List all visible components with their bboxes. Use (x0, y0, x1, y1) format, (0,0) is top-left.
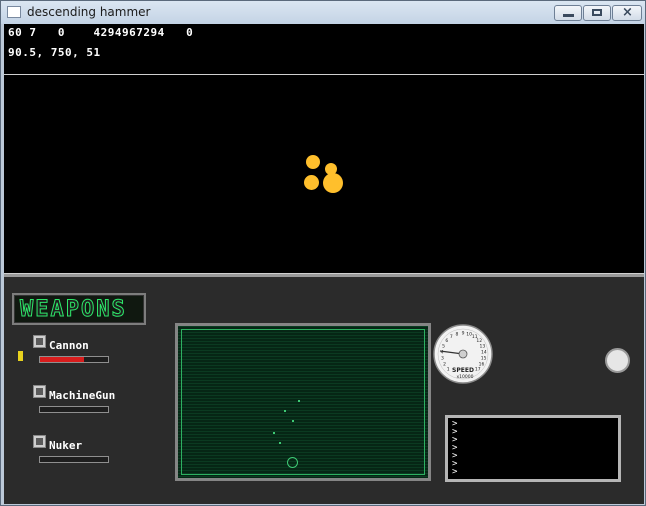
speedometer-tick-label: 4 (441, 349, 444, 355)
radar-blip (292, 420, 294, 422)
radar-player-marker (287, 457, 298, 468)
speedometer-label: SPEED (452, 367, 474, 374)
speedometer-tick-label: 17 (475, 366, 481, 372)
close-button[interactable]: × (612, 5, 642, 21)
weapon-name-machinegun[interactable]: MachineGun (49, 389, 115, 402)
speedometer-tick-label: 14 (481, 349, 487, 355)
speedometer-tick-label: 13 (480, 344, 486, 350)
close-icon: × (622, 5, 633, 20)
speedometer-unit: x10000 (457, 374, 474, 380)
debug-hud: 60 7 0 4294967294 0 90.5, 750, 51 (4, 24, 644, 74)
weapon-name-cannon[interactable]: Cannon (49, 339, 89, 352)
speedometer-tick-label: 9 (462, 331, 465, 337)
title-bar[interactable]: descending hammer × (1, 1, 645, 24)
ammo-fill-cannon (40, 357, 85, 362)
radar-blip (273, 432, 275, 434)
speedometer-tick-label: 7 (450, 334, 453, 340)
radar-screen (175, 323, 431, 481)
explosion-blob (306, 155, 320, 169)
radar-blip (284, 410, 286, 412)
ammo-bar-cannon (39, 356, 109, 363)
speedometer-tick-label: 8 (455, 331, 458, 337)
speedometer-tick-label: 3 (441, 356, 444, 362)
cannon-icon (33, 335, 46, 348)
game-viewport[interactable] (4, 74, 644, 274)
machinegun-icon (33, 385, 46, 398)
throttle-knob[interactable] (605, 348, 630, 373)
console-prompts: > > > > > > > (452, 419, 458, 477)
window-title: descending hammer (27, 5, 151, 19)
maximize-button[interactable] (583, 5, 611, 21)
radar-frame (181, 329, 425, 475)
speedometer-tick-label: 12 (476, 338, 482, 344)
ammo-bar-machinegun (39, 406, 109, 413)
app-icon (7, 6, 21, 18)
explosion-blob (323, 173, 343, 193)
ammo-bar-nuker (39, 456, 109, 463)
hud-line-2: 90.5, 750, 51 (8, 46, 101, 59)
explosion-blob (304, 175, 319, 190)
minimize-icon (563, 14, 574, 17)
game-window: descending hammer × 60 7 0 4294967294 0 … (0, 0, 646, 506)
speedometer-tick-label: 1 (447, 366, 450, 372)
message-console: > > > > > > > (445, 415, 621, 482)
selected-weapon-indicator (18, 351, 23, 361)
speedometer-tick-label: 6 (445, 338, 448, 344)
weapons-header: WEAPONS (12, 293, 146, 325)
hud-line-1: 60 7 0 4294967294 0 (8, 26, 194, 39)
speedometer-tick-label: 5 (442, 344, 445, 350)
nuker-icon (33, 435, 46, 448)
maximize-icon (592, 9, 602, 16)
speedometer-tick-label: 15 (481, 356, 487, 362)
radar-blip (279, 442, 281, 444)
radar-blip (298, 400, 300, 402)
weapon-name-nuker[interactable]: Nuker (49, 439, 82, 452)
speedometer-tick-label: 2 (443, 361, 446, 367)
minimize-button[interactable] (554, 5, 582, 21)
cockpit-panel: WEAPONS Cannon MachineGun Nuker 12345678… (4, 274, 644, 504)
weapons-title: WEAPONS (20, 297, 127, 323)
speedometer: 12345678 9 1011121314151617 SPEED x10000 (433, 324, 493, 384)
